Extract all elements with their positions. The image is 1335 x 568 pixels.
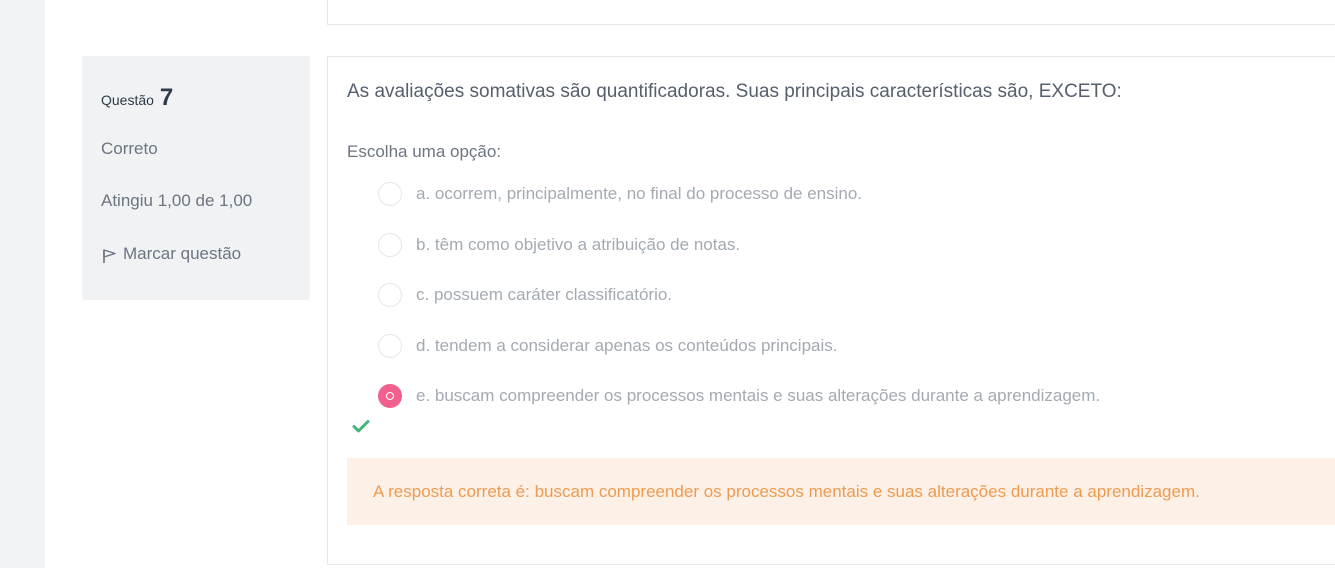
option-c[interactable]: c. possuem caráter classificatório. bbox=[378, 283, 672, 307]
question-title: Questão 7 bbox=[101, 84, 173, 112]
flag-question-link[interactable]: Marcar questão bbox=[101, 244, 241, 264]
flag-question-label: Marcar questão bbox=[123, 244, 242, 263]
question-text: As avaliações somativas são quantificado… bbox=[347, 81, 1122, 102]
option-a-label: a. ocorrem, principalmente, no final do … bbox=[416, 184, 863, 203]
correct-answer-feedback: A resposta correta é: buscam compreender… bbox=[347, 458, 1335, 525]
option-a-radio[interactable] bbox=[378, 182, 402, 206]
question-info-panel: Questão 7 Correto Atingiu 1,00 de 1,00 M… bbox=[82, 56, 310, 300]
option-d[interactable]: d. tendem a considerar apenas os conteúd… bbox=[378, 334, 837, 358]
option-c-label: c. possuem caráter classificatório. bbox=[416, 285, 673, 304]
option-b-label: b. têm como objetivo a atribuição de not… bbox=[416, 235, 741, 254]
option-b-radio[interactable] bbox=[378, 233, 402, 257]
question-label: Questão bbox=[101, 92, 154, 108]
feedback-text: A resposta correta é: buscam compreender… bbox=[373, 481, 1200, 501]
correct-check-icon bbox=[352, 420, 370, 433]
flag-icon bbox=[103, 249, 116, 263]
option-d-radio[interactable] bbox=[378, 334, 402, 358]
option-b[interactable]: b. têm como objetivo a atribuição de not… bbox=[378, 233, 740, 257]
question-number: 7 bbox=[159, 84, 174, 111]
answer-prompt: Escolha uma opção: bbox=[347, 142, 502, 161]
option-e-label: e. buscam compreender os processos menta… bbox=[416, 386, 1101, 405]
previous-question-card bbox=[327, 0, 1335, 25]
option-c-radio[interactable] bbox=[378, 283, 402, 307]
option-e[interactable]: e. buscam compreender os processos menta… bbox=[378, 384, 1100, 408]
option-e-radio-selected[interactable] bbox=[378, 384, 402, 408]
question-content-card: As avaliações somativas são quantificado… bbox=[327, 56, 1335, 565]
left-sidebar-strip bbox=[0, 0, 45, 568]
question-grade: Atingiu 1,00 de 1,00 bbox=[101, 191, 253, 210]
question-state: Correto bbox=[101, 139, 158, 158]
option-d-label: d. tendem a considerar apenas os conteúd… bbox=[416, 336, 838, 355]
option-a[interactable]: a. ocorrem, principalmente, no final do … bbox=[378, 182, 862, 206]
